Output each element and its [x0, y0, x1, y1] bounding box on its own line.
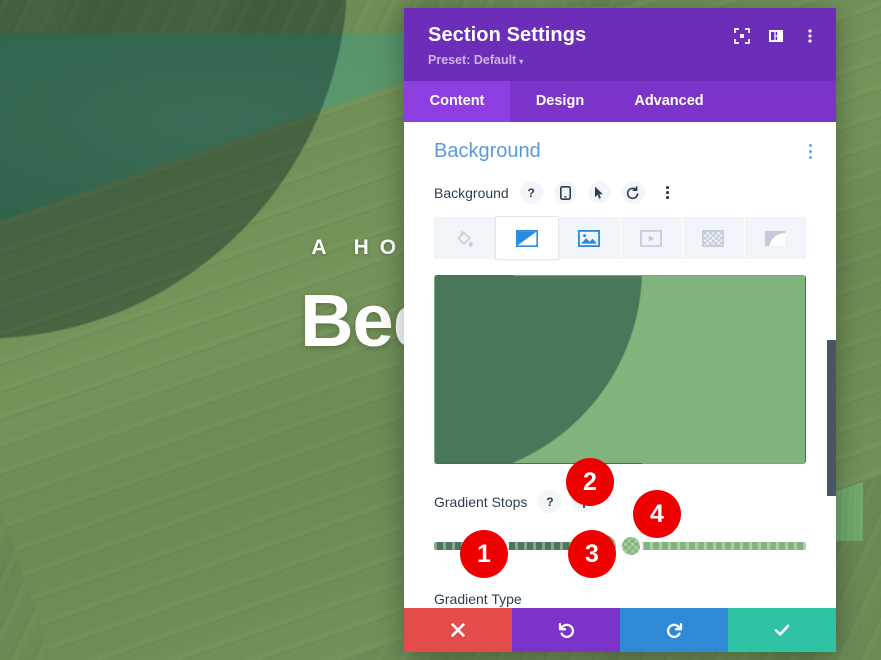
responsive-icon[interactable] [553, 181, 577, 204]
background-color-tab[interactable] [434, 217, 497, 259]
undo-button[interactable] [512, 608, 620, 652]
layout-icon[interactable] [768, 28, 784, 44]
section-options-icon[interactable] [805, 140, 816, 163]
tab-design[interactable]: Design [510, 81, 610, 122]
background-video-tab[interactable] [620, 217, 683, 259]
help-icon[interactable]: ? [538, 490, 562, 513]
modal-title: Section Settings [428, 24, 587, 46]
background-field-row: Background ? [404, 181, 836, 204]
gradient-stop-3[interactable] [622, 537, 641, 555]
background-section-header: Background [404, 140, 836, 163]
annotation-badge-2: 2 [566, 458, 614, 506]
modal-scrollbar-thumb[interactable] [827, 340, 836, 496]
preset-selector[interactable]: Preset: Default ▾ [428, 53, 523, 67]
redo-button[interactable] [620, 608, 728, 652]
background-field-label: Background [434, 184, 509, 201]
tab-content[interactable]: Content [404, 81, 510, 122]
annotation-badge-3: 3 [568, 530, 616, 578]
modal-tabs: Content Design Advanced [404, 81, 836, 122]
expand-icon[interactable] [734, 28, 750, 44]
background-gradient-tab[interactable] [496, 217, 559, 259]
modal-header: Section Settings Preset: Default ▾ [404, 8, 836, 81]
background-image-tab[interactable] [558, 217, 621, 259]
hover-icon[interactable] [587, 181, 611, 204]
chevron-down-icon: ▾ [519, 57, 524, 66]
annotation-badge-4: 4 [633, 490, 681, 538]
background-pattern-tab[interactable] [682, 217, 745, 259]
background-type-switcher [404, 217, 836, 259]
gradient-stops-label: Gradient Stops [434, 493, 528, 510]
annotation-badge-1: 1 [460, 530, 508, 578]
background-mask-tab[interactable] [744, 217, 807, 259]
more-options-icon[interactable] [656, 181, 679, 204]
save-button[interactable] [728, 608, 836, 652]
gradient-type-label: Gradient Type [434, 591, 522, 607]
tab-advanced[interactable]: Advanced [610, 81, 728, 122]
preset-label: Preset: Default [428, 53, 517, 67]
cancel-button[interactable] [404, 608, 512, 652]
reset-icon[interactable] [621, 181, 645, 204]
more-options-icon[interactable] [802, 28, 818, 44]
gradient-preview[interactable] [434, 275, 806, 464]
help-icon[interactable]: ? [519, 181, 543, 204]
section-title: Background [434, 140, 541, 162]
modal-action-bar [404, 608, 836, 652]
